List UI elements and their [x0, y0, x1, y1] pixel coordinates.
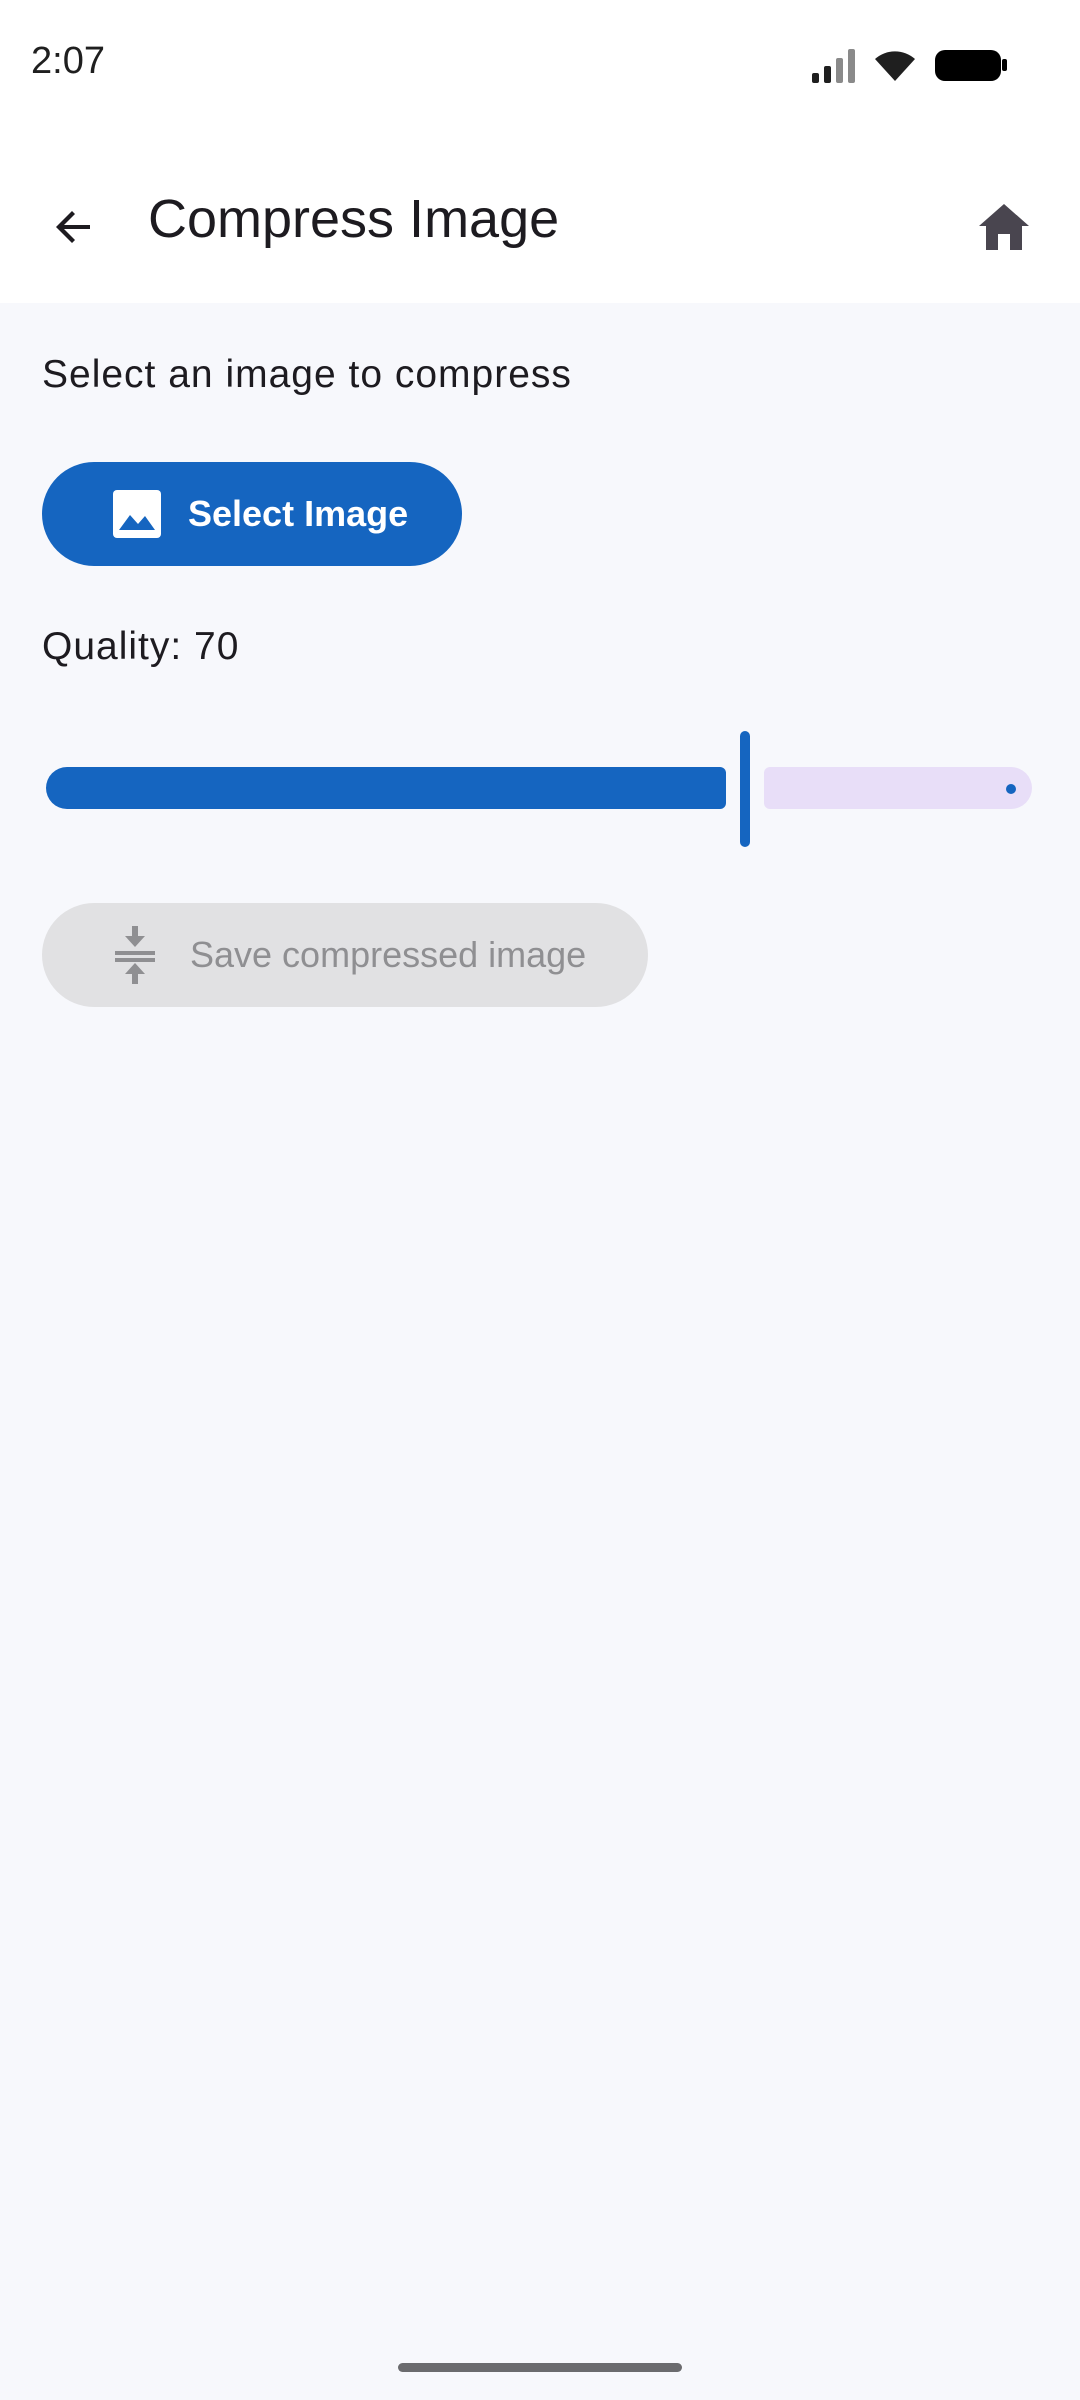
select-prompt: Select an image to compress [42, 353, 572, 396]
slider-end-stop-indicator [1006, 784, 1016, 794]
status-time: 2:07 [31, 40, 105, 82]
signal-icon [810, 47, 858, 88]
home-icon [977, 202, 1031, 257]
home-button[interactable] [960, 185, 1048, 273]
slider-active-track [46, 767, 726, 809]
arrow-back-icon [50, 203, 98, 256]
battery-icon [934, 47, 1008, 88]
quality-slider[interactable] [46, 728, 1032, 848]
save-compressed-image-button[interactable]: Save compressed image [42, 903, 648, 1007]
page-title: Compress Image [148, 189, 560, 249]
wifi-icon [872, 47, 918, 88]
compress-icon [110, 925, 160, 985]
status-icons [810, 46, 1008, 88]
slider-thumb[interactable] [740, 731, 750, 847]
select-image-button[interactable]: Select Image [42, 462, 462, 566]
gesture-navigation-bar[interactable] [398, 2363, 682, 2372]
image-icon [112, 489, 162, 539]
select-image-label: Select Image [188, 493, 409, 534]
save-compressed-image-label: Save compressed image [190, 934, 587, 975]
app-bar: Compress Image [0, 135, 1080, 303]
slider-inactive-track [764, 767, 1032, 809]
back-button[interactable] [30, 185, 118, 273]
quality-label: Quality: 70 [42, 625, 240, 668]
status-bar: 2:07 [0, 0, 1080, 135]
